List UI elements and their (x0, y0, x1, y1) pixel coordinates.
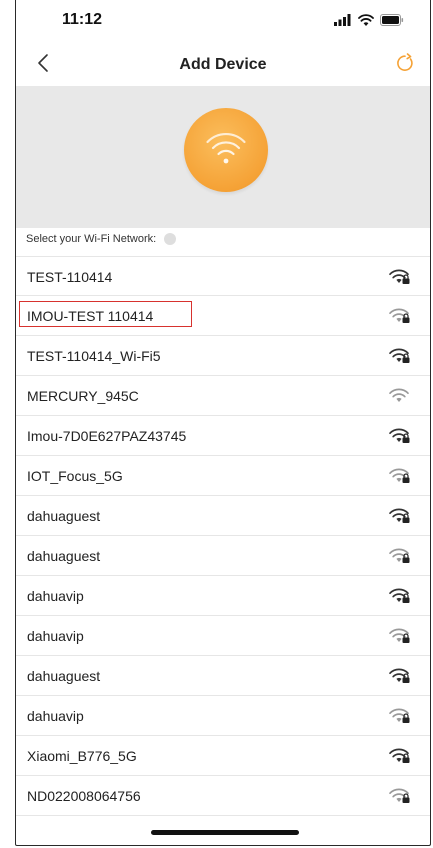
network-name: dahuaguest (27, 668, 101, 684)
wifi-status-icon (358, 14, 374, 26)
status-icons (334, 14, 404, 26)
network-name: dahuavip (27, 628, 84, 644)
wifi-badge (184, 108, 268, 192)
select-network-label: Select your Wi-Fi Network: (26, 233, 157, 245)
help-icon[interactable] (164, 233, 177, 245)
network-name: TEST-110414 (27, 269, 113, 285)
wifi-lock-icon (389, 788, 410, 803)
network-name: Imou-7D0E627PAZ43745 (27, 428, 187, 444)
navigation-bar: Add Device (16, 46, 430, 86)
network-name: dahuavip (27, 588, 84, 604)
network-row[interactable]: MERCURY_945C (16, 376, 430, 416)
wifi-icon (206, 132, 246, 164)
network-row[interactable]: dahuaguest (16, 656, 430, 696)
wifi-lock-icon (389, 548, 410, 563)
wifi-lock-icon (389, 308, 410, 323)
network-row[interactable]: Xiaomi_B776_5G (16, 736, 430, 776)
hero-banner (16, 86, 430, 228)
wifi-lock-icon (389, 708, 410, 723)
network-row[interactable]: dahuaguest (16, 536, 430, 576)
network-row[interactable]: dahuaguest (16, 496, 430, 536)
wifi-lock-icon (389, 748, 410, 763)
network-name: dahuaguest (27, 548, 101, 564)
wifi-lock-icon (389, 428, 410, 443)
phone-screen: 11:12 Add Device Select your Wi-Fi Netwo… (15, 0, 431, 846)
wifi-lock-icon (389, 348, 410, 363)
status-bar: 11:12 (16, 0, 430, 42)
home-indicator[interactable] (151, 830, 299, 835)
network-row[interactable]: TEST-110414_Wi-Fi5 (16, 336, 430, 376)
page-title: Add Device (179, 56, 267, 73)
status-time: 11:12 (62, 11, 103, 28)
network-name: MERCURY_945C (27, 388, 139, 404)
battery-icon (380, 14, 404, 26)
wifi-lock-icon (389, 508, 410, 523)
network-row[interactable]: Imou-7D0E627PAZ43745 (16, 416, 430, 456)
wifi-lock-icon (389, 628, 410, 643)
network-list: TEST-110414 IMOU-TEST 110414 TEST-110414… (16, 256, 430, 816)
highlight-box (19, 301, 192, 327)
network-name: IOT_Focus_5G (27, 468, 123, 484)
network-name: dahuavip (27, 708, 84, 724)
refresh-icon[interactable] (394, 52, 416, 74)
cellular-signal-icon (334, 14, 351, 26)
wifi-icon (389, 388, 409, 402)
section-header: Select your Wi-Fi Network: (26, 231, 177, 247)
network-name: TEST-110414_Wi-Fi5 (27, 348, 161, 364)
wifi-lock-icon (389, 468, 410, 483)
network-row[interactable]: ND022008064756 (16, 776, 430, 816)
network-name: Xiaomi_B776_5G (27, 748, 137, 764)
network-name: dahuaguest (27, 508, 101, 524)
wifi-lock-icon (389, 588, 410, 603)
wifi-lock-icon (389, 269, 410, 284)
network-row[interactable]: dahuavip (16, 696, 430, 736)
network-name: ND022008064756 (27, 788, 141, 804)
network-row[interactable]: IMOU-TEST 110414 (16, 296, 430, 336)
network-row[interactable]: IOT_Focus_5G (16, 456, 430, 496)
network-row[interactable]: dahuavip (16, 616, 430, 656)
wifi-lock-icon (389, 668, 410, 683)
network-row[interactable]: dahuavip (16, 576, 430, 616)
network-row[interactable]: TEST-110414 (16, 256, 430, 296)
